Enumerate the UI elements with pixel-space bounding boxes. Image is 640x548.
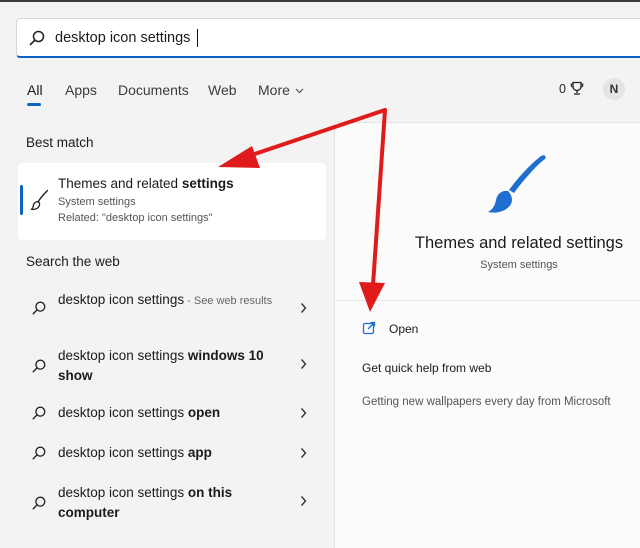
best-match-subtitle: System settings bbox=[58, 196, 136, 208]
rewards-points[interactable]: 0 bbox=[559, 81, 584, 96]
window-top-border bbox=[0, 0, 640, 2]
detail-title: Themes and related settings bbox=[414, 234, 624, 252]
web-result-text: desktop icon settings app bbox=[58, 443, 283, 463]
search-icon bbox=[32, 496, 46, 510]
open-button[interactable]: Open bbox=[362, 319, 492, 343]
rewards-points-value: 0 bbox=[559, 82, 566, 96]
quick-help-header: Get quick help from web bbox=[362, 361, 492, 375]
chevron-down-icon bbox=[295, 88, 304, 94]
tab-documents[interactable]: Documents bbox=[118, 82, 189, 98]
detail-panel: Themes and related settings System setti… bbox=[334, 122, 640, 548]
open-label: Open bbox=[389, 322, 419, 336]
detail-subtitle: System settings bbox=[480, 259, 558, 271]
tab-all[interactable]: All bbox=[27, 82, 43, 98]
open-external-icon bbox=[362, 321, 376, 335]
search-icon bbox=[32, 359, 46, 373]
web-result-query: desktop icon settings bbox=[58, 405, 188, 420]
quick-help-link[interactable]: Getting new wallpapers every day from Mi… bbox=[362, 396, 611, 408]
web-result-completion: app bbox=[187, 445, 212, 460]
best-match-title-plain: Themes and related bbox=[58, 176, 182, 191]
web-result-text: desktop icon settings on this computer bbox=[58, 483, 283, 523]
search-input[interactable] bbox=[55, 27, 615, 49]
divider bbox=[335, 300, 640, 301]
chevron-right-icon bbox=[300, 448, 307, 458]
best-match-related: Related: "desktop icon settings" bbox=[58, 212, 213, 224]
web-result-text: desktop icon settings - See web results bbox=[58, 290, 283, 311]
web-result-item[interactable]: desktop icon settings app bbox=[18, 442, 326, 466]
search-icon bbox=[32, 406, 46, 420]
chevron-right-icon bbox=[300, 303, 307, 313]
web-result-text: desktop icon settings windows 10 show bbox=[58, 346, 283, 386]
search-icon bbox=[32, 301, 46, 315]
web-result-query: desktop icon settings bbox=[58, 485, 188, 500]
search-icon bbox=[29, 30, 45, 46]
avatar[interactable]: N bbox=[603, 78, 625, 100]
best-match-title: Themes and related settings bbox=[58, 176, 234, 191]
web-result-query: desktop icon settings bbox=[58, 292, 185, 307]
tab-more-label: More bbox=[258, 82, 290, 98]
best-match-title-bold: settings bbox=[181, 176, 234, 191]
text-caret bbox=[197, 29, 198, 47]
selection-indicator bbox=[20, 185, 23, 215]
tab-web[interactable]: Web bbox=[208, 82, 237, 98]
paintbrush-icon bbox=[488, 155, 546, 213]
chevron-right-icon bbox=[300, 359, 307, 369]
chevron-right-icon bbox=[300, 496, 307, 506]
web-result-item[interactable]: desktop icon settings on this computer bbox=[18, 483, 326, 523]
search-icon bbox=[32, 446, 46, 460]
web-result-query: desktop icon settings bbox=[58, 348, 188, 363]
web-result-suffix: - See web results bbox=[184, 295, 273, 307]
web-result-item[interactable]: desktop icon settings windows 10 show bbox=[18, 346, 326, 386]
web-result-text: desktop icon settings open bbox=[58, 403, 283, 423]
tab-all-indicator bbox=[27, 103, 41, 106]
best-match-result[interactable]: Themes and related settings System setti… bbox=[18, 163, 326, 240]
chevron-right-icon bbox=[300, 408, 307, 418]
search-bar[interactable] bbox=[16, 18, 640, 58]
web-result-completion: open bbox=[187, 405, 221, 420]
tab-more[interactable]: More bbox=[258, 82, 304, 98]
search-web-header: Search the web bbox=[26, 254, 120, 269]
web-result-query: desktop icon settings bbox=[58, 445, 188, 460]
best-match-header: Best match bbox=[26, 135, 94, 150]
paintbrush-icon bbox=[30, 189, 49, 211]
web-result-item[interactable]: desktop icon settings - See web results bbox=[18, 288, 326, 328]
rewards-trophy-icon bbox=[571, 81, 584, 95]
web-result-item[interactable]: desktop icon settings open bbox=[18, 402, 326, 426]
tab-apps[interactable]: Apps bbox=[65, 82, 97, 98]
